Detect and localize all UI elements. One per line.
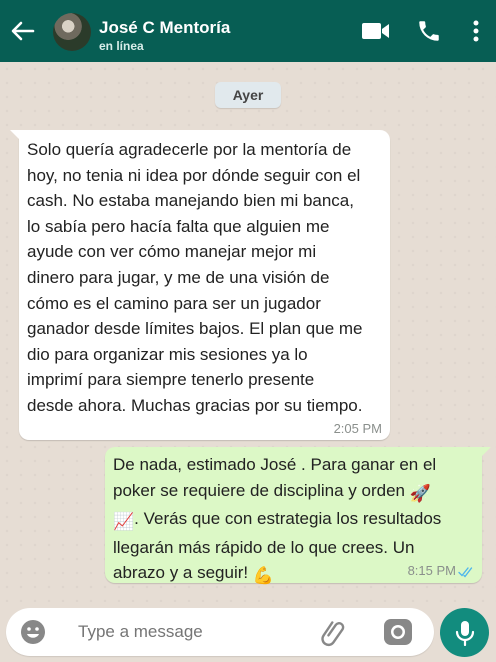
message-line: poker se requiere de disciplina y orden [113,480,406,500]
outgoing-message[interactable]: De nada, estimado José . Para ganar en e… [105,447,491,585]
more-options-icon[interactable] [466,16,486,46]
flexed-biceps-emoji: 💪 [252,566,275,586]
message-line: . Verás que con estrategia los resultado… [134,509,442,529]
date-separator: Ayer [215,82,281,108]
message-input[interactable] [78,608,308,656]
camera-icon[interactable] [382,616,414,648]
message-line: abrazo y a seguir! [113,563,249,583]
double-check-read-icon [458,565,474,578]
message-time: 8:15 PM [407,563,456,578]
video-call-icon[interactable] [360,16,392,46]
message-composer [6,608,434,656]
microphone-button[interactable] [440,608,489,657]
avatar[interactable] [53,13,91,51]
message-text: Solo quería agradecerle por la mentoría … [27,140,363,415]
microphone-icon [455,620,474,646]
message-line: llegarán más rápido de lo que crees. Un [113,537,415,557]
message-time: 2:05 PM [333,421,382,436]
incoming-message[interactable]: Solo quería agradecerle por la mentoría … [10,130,390,440]
phone-icon[interactable] [414,16,444,46]
message-line: De nada, estimado José . Para ganar en e… [113,455,437,474]
contact-status: en línea [99,39,144,53]
rocket-emoji: 🚀 [409,483,431,503]
back-arrow-icon[interactable] [8,16,38,46]
contact-name[interactable]: José C Mentoría [99,18,230,38]
chart-increasing-emoji: 📈 [113,512,135,532]
emoji-icon[interactable] [18,617,48,647]
chat-header: José C Mentoría en línea [0,0,496,62]
attach-icon[interactable] [320,617,352,647]
